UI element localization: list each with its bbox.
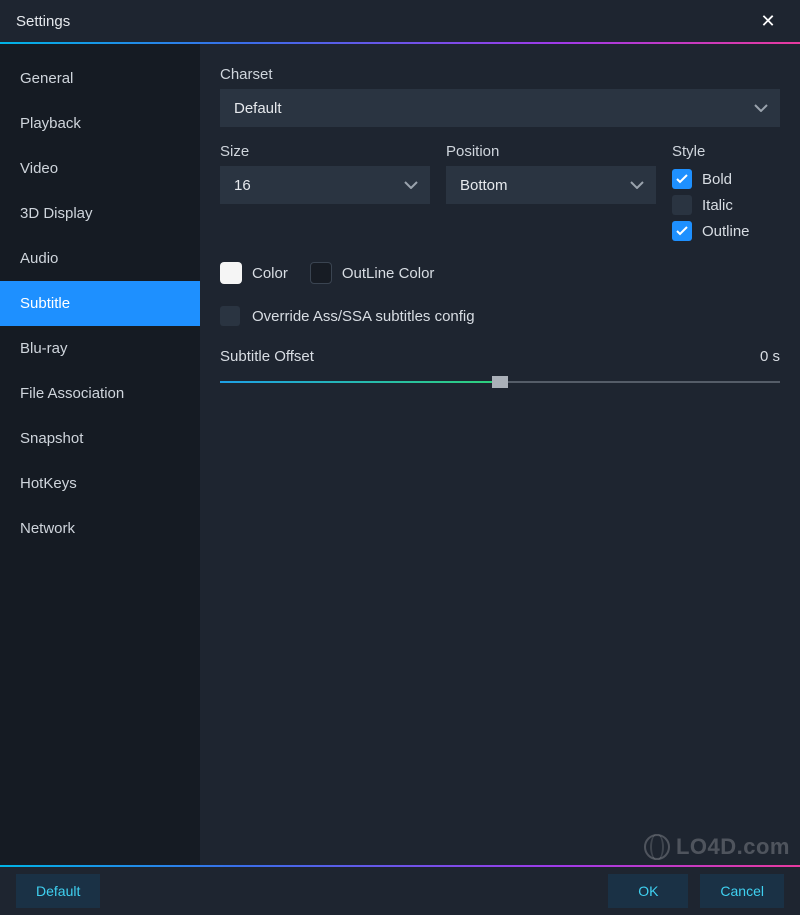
- window-title: Settings: [16, 13, 70, 30]
- sidebar-item-label: Blu-ray: [20, 340, 68, 357]
- italic-label: Italic: [702, 197, 733, 214]
- slider-thumb[interactable]: [492, 376, 508, 388]
- slider-track-fill: [220, 381, 500, 383]
- color-swatch[interactable]: [220, 262, 242, 284]
- position-value: Bottom: [460, 177, 508, 194]
- sidebar-item-label: 3D Display: [20, 205, 93, 222]
- style-label: Style: [672, 143, 780, 160]
- italic-checkbox[interactable]: Italic: [672, 192, 780, 218]
- sidebar-item-label: Video: [20, 160, 58, 177]
- charset-value: Default: [234, 100, 282, 117]
- color-label: Color: [252, 265, 288, 282]
- main-area: General Playback Video 3D Display Audio …: [0, 44, 800, 865]
- sidebar-item-snapshot[interactable]: Snapshot: [0, 416, 200, 461]
- sidebar-item-subtitle[interactable]: Subtitle: [0, 281, 200, 326]
- bold-label: Bold: [702, 171, 732, 188]
- override-checkbox[interactable]: Override Ass/SSA subtitles config: [220, 306, 780, 326]
- sidebar-item-general[interactable]: General: [0, 56, 200, 101]
- style-field: Style Bold Italic Outline: [672, 143, 780, 244]
- size-label: Size: [220, 143, 430, 160]
- footer: Default OK Cancel: [0, 867, 800, 915]
- sidebar-item-blu-ray[interactable]: Blu-ray: [0, 326, 200, 371]
- outline-color-swatch[interactable]: [310, 262, 332, 284]
- checkbox-icon: [672, 195, 692, 215]
- checkbox-icon: [672, 221, 692, 241]
- ok-button[interactable]: OK: [608, 874, 688, 908]
- sidebar-item-network[interactable]: Network: [0, 506, 200, 551]
- outline-color-label: OutLine Color: [342, 265, 435, 282]
- outline-label: Outline: [702, 223, 750, 240]
- charset-label: Charset: [220, 66, 780, 83]
- chevron-down-icon: [630, 181, 644, 189]
- checkbox-icon: [220, 306, 240, 326]
- subtitle-panel: Charset Default Size 16 Position: [200, 44, 800, 865]
- sidebar-item-3d-display[interactable]: 3D Display: [0, 191, 200, 236]
- close-icon: ✕: [760, 11, 775, 32]
- sidebar-item-file-association[interactable]: File Association: [0, 371, 200, 416]
- sidebar-item-label: Subtitle: [20, 295, 70, 312]
- default-button[interactable]: Default: [16, 874, 100, 908]
- cancel-button[interactable]: Cancel: [700, 874, 784, 908]
- size-position-style-row: Size 16 Position Bottom Style: [220, 143, 780, 244]
- titlebar: Settings ✕: [0, 0, 800, 42]
- charset-select[interactable]: Default: [220, 89, 780, 127]
- size-value: 16: [234, 177, 251, 194]
- sidebar-item-label: Playback: [20, 115, 81, 132]
- override-label: Override Ass/SSA subtitles config: [252, 308, 475, 325]
- sidebar-item-label: General: [20, 70, 73, 87]
- offset-label: Subtitle Offset: [220, 348, 314, 365]
- close-button[interactable]: ✕: [748, 0, 788, 42]
- sidebar-item-label: Snapshot: [20, 430, 83, 447]
- chevron-down-icon: [754, 104, 768, 112]
- offset-slider[interactable]: [220, 373, 780, 391]
- sidebar-item-playback[interactable]: Playback: [0, 101, 200, 146]
- sidebar-item-label: HotKeys: [20, 475, 77, 492]
- color-row: Color OutLine Color: [220, 262, 780, 284]
- sidebar: General Playback Video 3D Display Audio …: [0, 44, 200, 865]
- sidebar-item-label: Audio: [20, 250, 58, 267]
- size-select[interactable]: 16: [220, 166, 430, 204]
- position-select[interactable]: Bottom: [446, 166, 656, 204]
- bold-checkbox[interactable]: Bold: [672, 166, 780, 192]
- sidebar-item-label: Network: [20, 520, 75, 537]
- outline-checkbox[interactable]: Outline: [672, 218, 780, 244]
- size-field: Size 16: [220, 143, 430, 244]
- sidebar-item-audio[interactable]: Audio: [0, 236, 200, 281]
- offset-value: 0 s: [760, 348, 780, 365]
- sidebar-item-hotkeys[interactable]: HotKeys: [0, 461, 200, 506]
- position-label: Position: [446, 143, 656, 160]
- chevron-down-icon: [404, 181, 418, 189]
- subtitle-offset-field: Subtitle Offset 0 s: [220, 348, 780, 391]
- sidebar-item-video[interactable]: Video: [0, 146, 200, 191]
- charset-field: Charset Default: [220, 66, 780, 127]
- checkbox-icon: [672, 169, 692, 189]
- sidebar-item-label: File Association: [20, 385, 124, 402]
- position-field: Position Bottom: [446, 143, 656, 244]
